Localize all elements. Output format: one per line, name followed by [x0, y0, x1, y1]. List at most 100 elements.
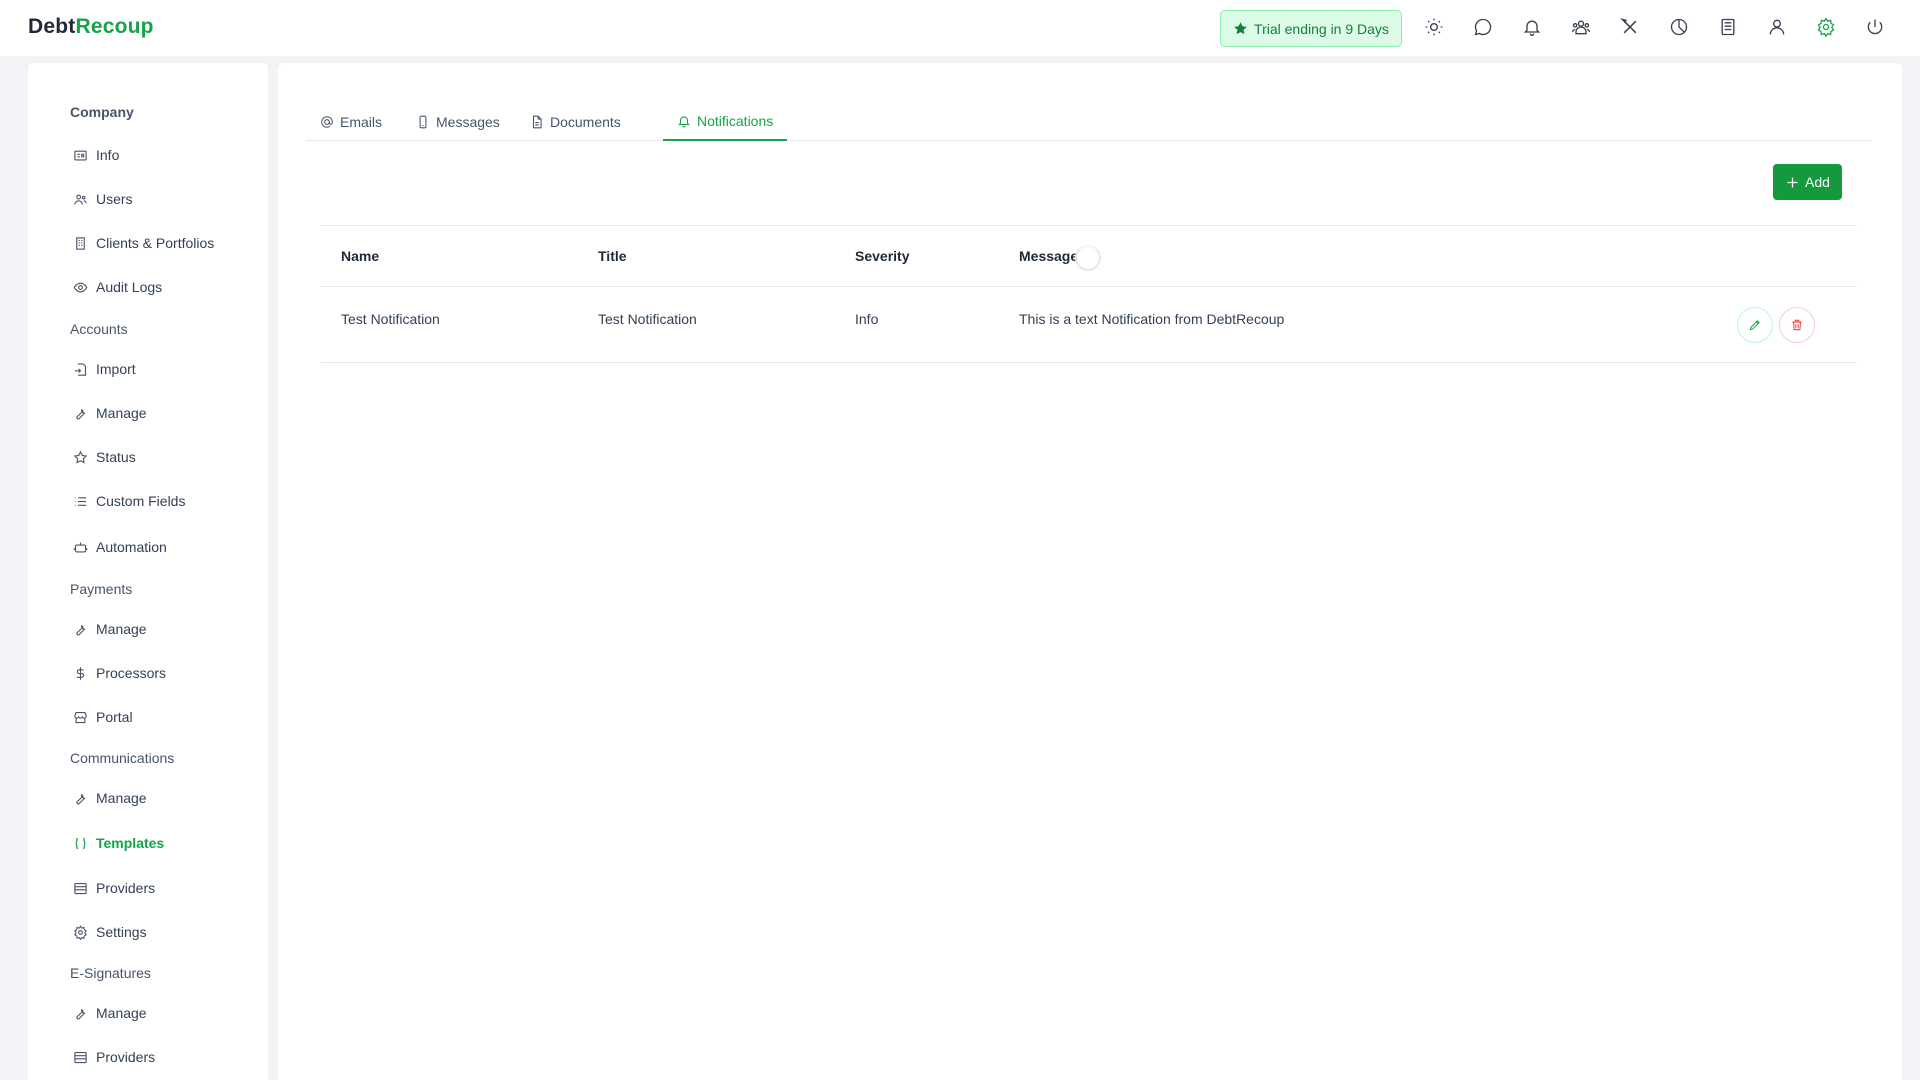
sidebar-item-label: Providers: [96, 880, 156, 896]
tab-label: Emails: [340, 114, 383, 130]
sidebar-section-accounts: Accounts: [70, 321, 128, 337]
server-icon: [74, 1051, 87, 1063]
sidebar-item-label: Custom Fields: [96, 493, 186, 509]
building-icon: [76, 236, 85, 250]
app-logo[interactable]: DebtRecoup: [28, 15, 154, 39]
sidebar-item-label: Users: [96, 191, 133, 207]
user-icon[interactable]: [1766, 16, 1788, 38]
pie-chart-icon[interactable]: [1668, 16, 1690, 38]
sidebar-item-settings[interactable]: Settings: [73, 920, 147, 944]
sidebar-item-payments-manage[interactable]: Manage: [73, 617, 147, 641]
sidebar-item-communications-manage[interactable]: Manage: [73, 786, 147, 810]
sidebar-item-communications-providers[interactable]: Providers: [73, 876, 155, 900]
sidebar-item-info[interactable]: Info: [73, 143, 119, 167]
logo-text-debt: Debt: [28, 15, 76, 38]
power-icon[interactable]: [1864, 16, 1886, 38]
logo-text-recoup: Recoup: [75, 15, 154, 38]
sidebar-section-e-signatures: E-Signatures: [70, 965, 151, 981]
server-icon: [74, 882, 87, 894]
eye-icon: [73, 282, 88, 292]
sun-icon[interactable]: [1423, 16, 1445, 38]
main-panel: Emails Messages Documents Notifications …: [278, 63, 1902, 1080]
sidebar-item-import[interactable]: Import: [73, 357, 136, 381]
table-row[interactable]: Test Notification Test Notification Info…: [321, 287, 1857, 363]
column-header-message[interactable]: Message: [1019, 248, 1078, 264]
wrench-icon: [76, 408, 86, 419]
edit-button[interactable]: [1737, 307, 1773, 343]
tab-label: Documents: [550, 114, 621, 130]
sidebar-item-accounts-manage[interactable]: Manage: [73, 401, 147, 425]
sidebar-item-custom-fields[interactable]: Custom Fields: [73, 489, 185, 513]
tools-icon[interactable]: [1619, 16, 1641, 38]
star-icon: [1234, 22, 1247, 35]
sidebar-item-label: Manage: [96, 405, 147, 421]
sidebar-item-label: Manage: [96, 1005, 147, 1021]
wrench-icon: [76, 1008, 86, 1019]
sidebar-item-label: Clients & Portfolios: [96, 235, 215, 251]
gear-icon[interactable]: [1815, 16, 1837, 38]
cell-title: Test Notification: [598, 311, 697, 327]
users-group-icon[interactable]: [1570, 16, 1592, 38]
column-header-severity[interactable]: Severity: [855, 248, 909, 264]
cell-severity: Info: [855, 311, 879, 327]
sidebar-item-templates[interactable]: Templates: [73, 831, 164, 855]
sidebar-section-payments: Payments: [70, 581, 133, 597]
add-button-label: Add: [1805, 174, 1830, 190]
id-card-icon: [74, 150, 87, 160]
sidebar-item-esign-providers[interactable]: Providers: [73, 1045, 155, 1069]
robot-icon: [73, 542, 88, 552]
loading-spinner: [1075, 245, 1101, 271]
sidebar-item-status[interactable]: Status: [73, 445, 136, 469]
file-icon: [532, 115, 542, 129]
sidebar-item-label: Processors: [96, 665, 167, 681]
tab-notifications[interactable]: Notifications: [663, 103, 788, 141]
tab-label: Messages: [436, 114, 500, 130]
tab-messages[interactable]: Messages: [402, 103, 514, 141]
column-header-title[interactable]: Title: [598, 248, 627, 264]
sidebar-item-label: Import: [96, 361, 136, 377]
trash-icon: [1792, 319, 1802, 331]
star-icon: [73, 450, 88, 464]
sidebar-item-processors[interactable]: Processors: [73, 661, 166, 685]
sidebar-item-esign-manage[interactable]: Manage: [73, 1001, 147, 1025]
bell-icon[interactable]: [1521, 16, 1543, 38]
sidebar-item-label: Templates: [96, 835, 165, 851]
tab-documents[interactable]: Documents: [516, 103, 635, 141]
template-tabs: Emails Messages Documents Notifications: [306, 103, 1872, 141]
phone-icon: [419, 115, 427, 129]
dollar-icon: [76, 666, 85, 680]
tab-label: Notifications: [697, 113, 774, 129]
pencil-icon: [1749, 320, 1760, 331]
wrench-icon: [76, 624, 86, 635]
at-icon: [321, 116, 333, 128]
sidebar-item-portal[interactable]: Portal: [73, 705, 133, 729]
sidebar-item-label: Settings: [96, 924, 147, 940]
column-header-name[interactable]: Name: [341, 248, 379, 264]
sidebar-item-label: Audit Logs: [96, 279, 163, 295]
tab-emails[interactable]: Emails: [306, 103, 396, 141]
sidebar-item-label: Info: [96, 147, 120, 163]
add-button[interactable]: Add: [1773, 164, 1842, 200]
sidebar-item-audit-logs[interactable]: Audit Logs: [73, 275, 162, 299]
chat-icon[interactable]: [1472, 16, 1494, 38]
ledger-icon[interactable]: [1717, 16, 1739, 38]
sidebar-item-automation[interactable]: Automation: [73, 535, 167, 559]
list-icon: [74, 496, 87, 506]
sidebar-item-label: Automation: [96, 539, 167, 555]
sidebar-item-clients-portfolios[interactable]: Clients & Portfolios: [73, 231, 214, 255]
sidebar-item-users[interactable]: Users: [73, 187, 133, 211]
sidebar-item-label: Portal: [96, 709, 133, 725]
sidebar-item-label: Providers: [96, 1049, 156, 1065]
delete-button[interactable]: [1779, 307, 1815, 343]
bell-icon: [678, 116, 690, 128]
sidebar-item-label: Manage: [96, 621, 147, 637]
table-header: Name Title Severity Message: [321, 225, 1857, 287]
sidebar-item-label: Manage: [96, 790, 147, 806]
trial-badge[interactable]: Trial ending in 9 Days: [1220, 10, 1402, 47]
sidebar-section-communications: Communications: [70, 750, 175, 766]
braces-icon: [75, 837, 86, 849]
import-icon: [74, 362, 87, 376]
sidebar-section-company: Company: [70, 104, 134, 120]
storefront-icon: [74, 711, 87, 723]
notifications-table: Name Title Severity Message Test Notific…: [321, 225, 1857, 363]
